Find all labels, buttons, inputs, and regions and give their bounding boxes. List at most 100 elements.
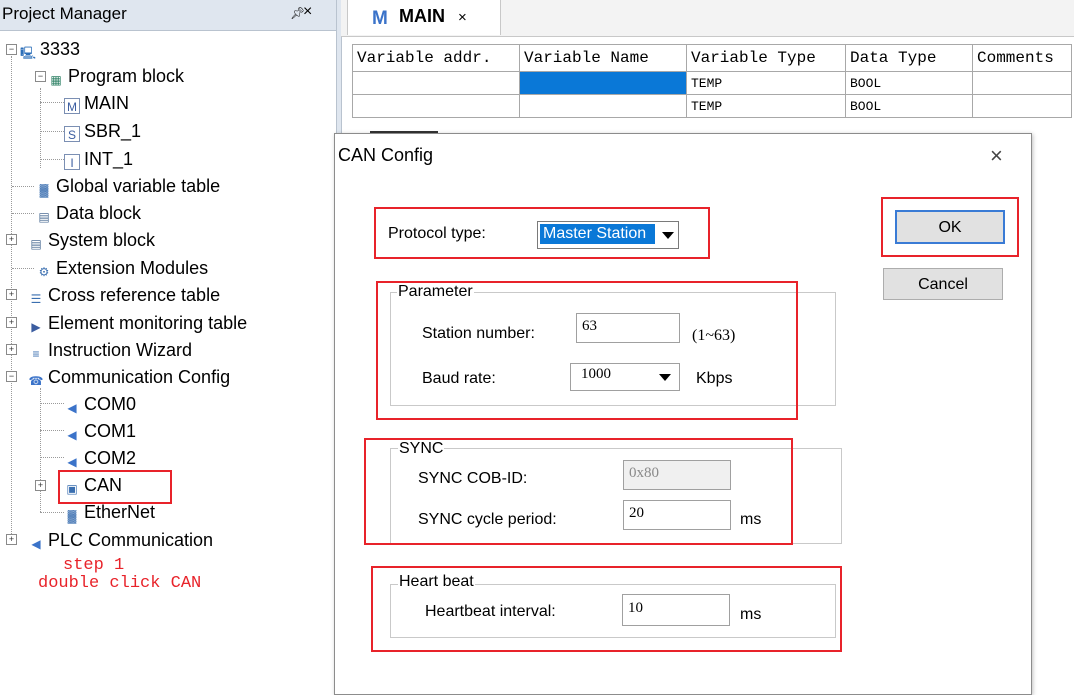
cell-addr[interactable] bbox=[352, 71, 520, 95]
cell-var-type[interactable]: TEMP bbox=[686, 94, 846, 118]
tree-item-label: COM0 bbox=[84, 394, 137, 414]
variable-table: Variable addr. Variable Name Variable Ty… bbox=[352, 44, 1072, 118]
protocol-highlight-box bbox=[374, 207, 710, 259]
tree-line bbox=[40, 512, 64, 513]
tree-line bbox=[12, 213, 34, 214]
can-highlight-box bbox=[58, 470, 172, 504]
tree-item-plc-communication[interactable]: ◀ PLC Communication bbox=[28, 529, 213, 552]
collapse-toggle[interactable]: − bbox=[35, 71, 46, 82]
tree-item-global-variable[interactable]: ▓ Global variable table bbox=[36, 175, 220, 198]
tree-item-label: PLC Communication bbox=[48, 530, 214, 550]
table-icon: ▓ bbox=[39, 183, 49, 197]
heartbeat-highlight-box bbox=[371, 566, 842, 652]
port-icon: ◀ bbox=[67, 455, 77, 469]
project-manager-title: Project Manager bbox=[2, 4, 127, 23]
tree-item-label: EtherNet bbox=[84, 502, 156, 522]
cell-addr[interactable] bbox=[352, 94, 520, 118]
expand-toggle[interactable]: + bbox=[6, 317, 17, 328]
document-icon: ▤ bbox=[38, 210, 50, 224]
tree-item-label: Data block bbox=[56, 203, 142, 223]
blocks-icon: ▦ bbox=[50, 73, 62, 87]
tree-item-label: 3333 bbox=[40, 39, 81, 59]
cell-data-type[interactable]: BOOL bbox=[845, 71, 973, 95]
tree-item-element-monitoring[interactable]: ▶ Element monitoring table bbox=[28, 312, 247, 335]
tree-item-label: System block bbox=[48, 230, 156, 250]
tree-item-com0[interactable]: ◀ COM0 bbox=[64, 393, 136, 416]
tree-line bbox=[40, 388, 41, 512]
program-icon: M bbox=[372, 8, 388, 29]
tree-item-com2[interactable]: ◀ COM2 bbox=[64, 447, 136, 470]
panel-close-button[interactable]: × bbox=[303, 3, 312, 21]
cancel-button[interactable]: Cancel bbox=[883, 268, 1003, 300]
expand-toggle[interactable]: + bbox=[6, 289, 17, 300]
tree-line bbox=[40, 88, 41, 168]
cell-var-type[interactable]: TEMP bbox=[686, 71, 846, 95]
tree-item-label: MAIN bbox=[84, 93, 129, 113]
port-icon: ◀ bbox=[67, 428, 77, 442]
wizard-icon: ≡ bbox=[32, 347, 40, 361]
tree-line bbox=[40, 131, 64, 132]
list-icon: ☰ bbox=[30, 292, 42, 306]
tree-item-project[interactable]: 🖳︎ 3333 bbox=[20, 38, 80, 61]
column-header[interactable]: Variable Name bbox=[519, 44, 687, 72]
port-icon: ◀ bbox=[67, 401, 77, 415]
column-header[interactable]: Comments bbox=[972, 44, 1072, 72]
expand-toggle[interactable]: + bbox=[35, 480, 46, 491]
expand-toggle[interactable]: + bbox=[6, 344, 17, 355]
tree-line bbox=[40, 430, 64, 431]
tree-item-label: COM1 bbox=[84, 421, 137, 441]
step-instruction: double click CAN bbox=[38, 574, 202, 593]
tree-item-ethernet[interactable]: ▓ EtherNet bbox=[64, 501, 155, 524]
tree-item-main[interactable]: M MAIN bbox=[64, 92, 129, 114]
tree-item-int[interactable]: I INT_1 bbox=[64, 148, 133, 170]
cell-name-selected[interactable] bbox=[519, 71, 687, 95]
dialog-close-button[interactable]: × bbox=[990, 143, 1003, 169]
tree-item-label: Communication Config bbox=[48, 367, 231, 387]
column-header[interactable]: Variable Type bbox=[686, 44, 846, 72]
tree-item-label: Instruction Wizard bbox=[48, 340, 193, 360]
tree-item-system-block[interactable]: ▤ System block bbox=[28, 229, 155, 252]
table-row[interactable]: TEMP BOOL bbox=[352, 94, 1072, 118]
cell-data-type[interactable]: BOOL bbox=[845, 94, 973, 118]
gear-icon: ⚙ bbox=[38, 265, 50, 279]
expand-toggle[interactable]: + bbox=[6, 234, 17, 245]
tree-item-label: Element monitoring table bbox=[48, 313, 248, 333]
tree-line bbox=[40, 403, 64, 404]
tab-label: MAIN bbox=[399, 6, 445, 26]
expand-toggle[interactable]: + bbox=[6, 534, 17, 545]
tree-item-com1[interactable]: ◀ COM1 bbox=[64, 420, 136, 443]
monitor-icon: ▶ bbox=[31, 320, 41, 334]
tree-item-label: Program block bbox=[68, 66, 185, 86]
tree-item-label: Global variable table bbox=[56, 176, 221, 196]
tree-item-label: Cross reference table bbox=[48, 285, 221, 305]
tree-item-label: COM2 bbox=[84, 448, 137, 468]
table-header-row: Variable addr. Variable Name Variable Ty… bbox=[352, 44, 1072, 72]
cell-name[interactable] bbox=[519, 94, 687, 118]
tree-item-extension-modules[interactable]: ⚙ Extension Modules bbox=[36, 257, 208, 280]
system-icon: ▤ bbox=[30, 237, 42, 251]
cell-comment[interactable] bbox=[972, 71, 1072, 95]
tree-item-cross-reference[interactable]: ☰ Cross reference table bbox=[28, 284, 220, 307]
tree-line bbox=[40, 159, 64, 160]
tree-item-label: SBR_1 bbox=[84, 121, 142, 141]
main-program-icon: M bbox=[64, 98, 80, 114]
tree-item-label: INT_1 bbox=[84, 149, 134, 169]
table-row[interactable]: TEMP BOOL bbox=[352, 71, 1072, 95]
column-header[interactable]: Variable addr. bbox=[352, 44, 520, 72]
collapse-toggle[interactable]: − bbox=[6, 371, 17, 382]
tree-item-communication-config[interactable]: ☎ Communication Config bbox=[28, 366, 231, 389]
column-header[interactable]: Data Type bbox=[845, 44, 973, 72]
port-icon: ◀ bbox=[31, 537, 41, 551]
cell-comment[interactable] bbox=[972, 94, 1072, 118]
dialog-title: CAN Config bbox=[338, 145, 434, 165]
tree-line bbox=[40, 457, 64, 458]
subroutine-icon: S bbox=[64, 126, 80, 142]
tree-item-instruction-wizard[interactable]: ≡ Instruction Wizard bbox=[28, 339, 192, 362]
tree-line bbox=[12, 268, 34, 269]
communication-icon: ☎ bbox=[28, 374, 44, 388]
tree-item-program-block[interactable]: ▦ Program block bbox=[48, 65, 184, 88]
tab-close-button[interactable]: × bbox=[458, 9, 467, 26]
tree-item-sbr[interactable]: S SBR_1 bbox=[64, 120, 141, 142]
collapse-toggle[interactable]: − bbox=[6, 44, 17, 55]
tree-item-data-block[interactable]: ▤ Data block bbox=[36, 202, 141, 225]
